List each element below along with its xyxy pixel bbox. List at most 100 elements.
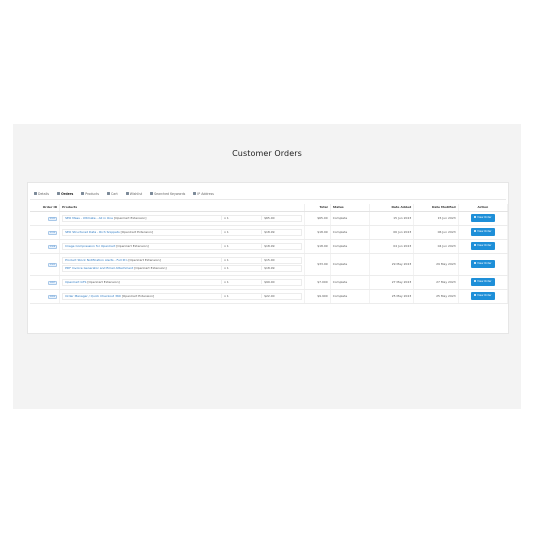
header-date-added: Date Added <box>369 204 415 212</box>
table-row: 3890 Order Manager / Quick Checkout 360 [… <box>30 289 509 304</box>
tab-orders[interactable]: Orders <box>54 189 76 198</box>
product-price: $18.99 <box>261 244 301 248</box>
orders-card: Details Orders Products Cart Wishlist Searche… <box>27 182 509 334</box>
product-link[interactable]: Product Stock Notification Alerts - Full… <box>65 258 127 262</box>
action-cell: View Order <box>458 211 509 226</box>
tab-products[interactable]: Products <box>78 189 102 198</box>
eye-icon <box>474 262 477 264</box>
view-order-button[interactable]: View Order <box>470 242 495 250</box>
order-date-modified: 06 Jun 2023 <box>413 225 459 240</box>
product-tag: [OpenCart Extension] <box>128 258 161 262</box>
product-link[interactable]: SEO Mass - Ultimate - All in One <box>65 216 113 220</box>
tab-label: IP Address <box>197 191 214 196</box>
product-qty: x 1 <box>221 230 261 234</box>
view-order-button[interactable]: View Order <box>470 292 495 300</box>
order-id-cell: 3897 <box>30 275 61 290</box>
tab-label: Wishlist <box>129 191 143 196</box>
view-order-button[interactable]: View Order <box>470 214 495 222</box>
order-status: Complete <box>330 239 370 254</box>
order-date-added: 27 May 2023 <box>369 275 415 290</box>
order-date-modified: 15 Jun 2023 <box>413 211 459 226</box>
eye-icon <box>474 244 477 246</box>
tab-bar: Details Orders Products Cart Wishlist Searche… <box>31 189 217 198</box>
tab-searched-keywords[interactable]: Searched Keywords <box>147 189 188 198</box>
product-name-cell: Order Manager / Quick Checkout 360 [Open… <box>63 294 221 298</box>
order-id-link[interactable]: 3908 <box>48 244 58 249</box>
view-order-button[interactable]: View Order <box>470 228 495 236</box>
header-total: Total <box>304 204 331 212</box>
order-total: $9.900 <box>304 289 331 304</box>
view-order-label: View Order <box>477 230 492 233</box>
heart-icon <box>125 192 129 195</box>
product-qty: x 1 <box>221 244 261 248</box>
view-order-button[interactable]: View Order <box>470 278 495 286</box>
action-cell: View Order <box>458 275 509 290</box>
order-date-added: 06 Jun 2023 <box>369 225 415 240</box>
product-tag: [OpenCart Extension] <box>116 244 149 248</box>
order-id-link[interactable]: 3915 <box>48 230 58 235</box>
product-price: $65.00 <box>261 216 301 220</box>
product-qty: x 1 <box>221 266 261 270</box>
product-link[interactable]: Image Compression for OpenCart <box>65 244 115 248</box>
order-id-link[interactable]: 3921 <box>48 216 58 221</box>
product-price: $99.00 <box>261 280 301 284</box>
product-link[interactable]: OpenCart GTS <box>65 280 86 284</box>
tab-wishlist[interactable]: Wishlist <box>123 189 145 198</box>
order-id-cell: 3915 <box>30 225 61 240</box>
product-tag: [OpenCart Extension] <box>120 230 153 234</box>
product-qty: x 1 <box>221 258 261 262</box>
product-tag: [OpenCart Extension] <box>121 294 155 298</box>
action-cell: View Order <box>458 253 509 276</box>
table-row: 3908 Image Compression for OpenCart [Open… <box>30 239 509 254</box>
tab-details[interactable]: Details <box>31 189 52 198</box>
eye-icon <box>474 216 477 218</box>
order-status: Complete <box>330 289 370 304</box>
product-tag: [OpenCart Extension] <box>87 280 120 284</box>
product-name-cell: SEO Structured Data - Rich Snippets [Ope… <box>63 230 221 234</box>
product-line: PDF Invoice Generator and Email Attachme… <box>62 264 303 272</box>
page-title: Customer Orders <box>232 149 302 158</box>
product-qty: x 1 <box>221 216 261 220</box>
globe-icon <box>193 192 197 195</box>
tab-label: Details <box>38 191 50 196</box>
product-price: $18.99 <box>261 266 301 270</box>
order-total: $18.99 <box>304 239 331 254</box>
product-line: Image Compression for OpenCart [OpenCart… <box>62 242 303 250</box>
product-name-cell: Product Stock Notification Alerts - Full… <box>63 258 221 262</box>
order-id-link[interactable]: 3902 <box>48 262 58 267</box>
header-date-modified: Date Modified <box>413 204 459 212</box>
order-status: Complete <box>330 211 370 226</box>
product-name-cell: PDF Invoice Generator and Email Attachme… <box>63 266 221 270</box>
tab-divider <box>30 199 506 200</box>
tab-ip-address[interactable]: IP Address <box>190 189 217 198</box>
product-name-cell: Image Compression for OpenCart [OpenCart… <box>63 244 221 248</box>
order-total: $18.99 <box>304 225 331 240</box>
products-cell: Order Manager / Quick Checkout 360 [Open… <box>59 289 306 304</box>
view-order-button[interactable]: View Order <box>470 260 495 268</box>
orders-panel: Customer Orders Details Orders Products Car… <box>13 124 521 409</box>
products-cell: SEO Structured Data - Rich Snippets [Ope… <box>59 225 306 240</box>
table-header-row: Order ID Products Total Status Date Adde… <box>30 204 509 212</box>
view-order-label: View Order <box>477 262 492 265</box>
order-status: Complete <box>330 225 370 240</box>
products-cell: Product Stock Notification Alerts - Full… <box>59 253 306 276</box>
product-line: SEO Mass - Ultimate - All in One [OpenCa… <box>62 214 303 222</box>
product-tag: [OpenCart Extension] <box>114 216 147 220</box>
tab-cart[interactable]: Cart <box>104 189 121 198</box>
order-id-cell: 3908 <box>30 239 61 254</box>
order-date-added: 15 Jun 2023 <box>369 211 415 226</box>
product-link[interactable]: Order Manager / Quick Checkout 360 <box>65 294 121 298</box>
product-link[interactable]: SEO Structured Data - Rich Snippets <box>65 230 120 234</box>
product-qty: x 1 <box>221 294 261 298</box>
order-date-added: 29 May 2023 <box>369 253 415 276</box>
product-link[interactable]: PDF Invoice Generator and Email Attachme… <box>65 266 133 270</box>
orders-table-body: 3921 SEO Mass - Ultimate - All in One [Op… <box>30 211 509 304</box>
tab-label: Orders <box>61 191 74 196</box>
order-status: Complete <box>330 253 370 276</box>
chart-icon <box>34 192 37 195</box>
order-status: Complete <box>330 275 370 290</box>
tab-label: Cart <box>111 191 118 196</box>
order-id-link[interactable]: 3890 <box>48 294 58 299</box>
order-id-link[interactable]: 3897 <box>48 280 58 285</box>
order-date-modified: 29 May 2023 <box>413 253 459 276</box>
